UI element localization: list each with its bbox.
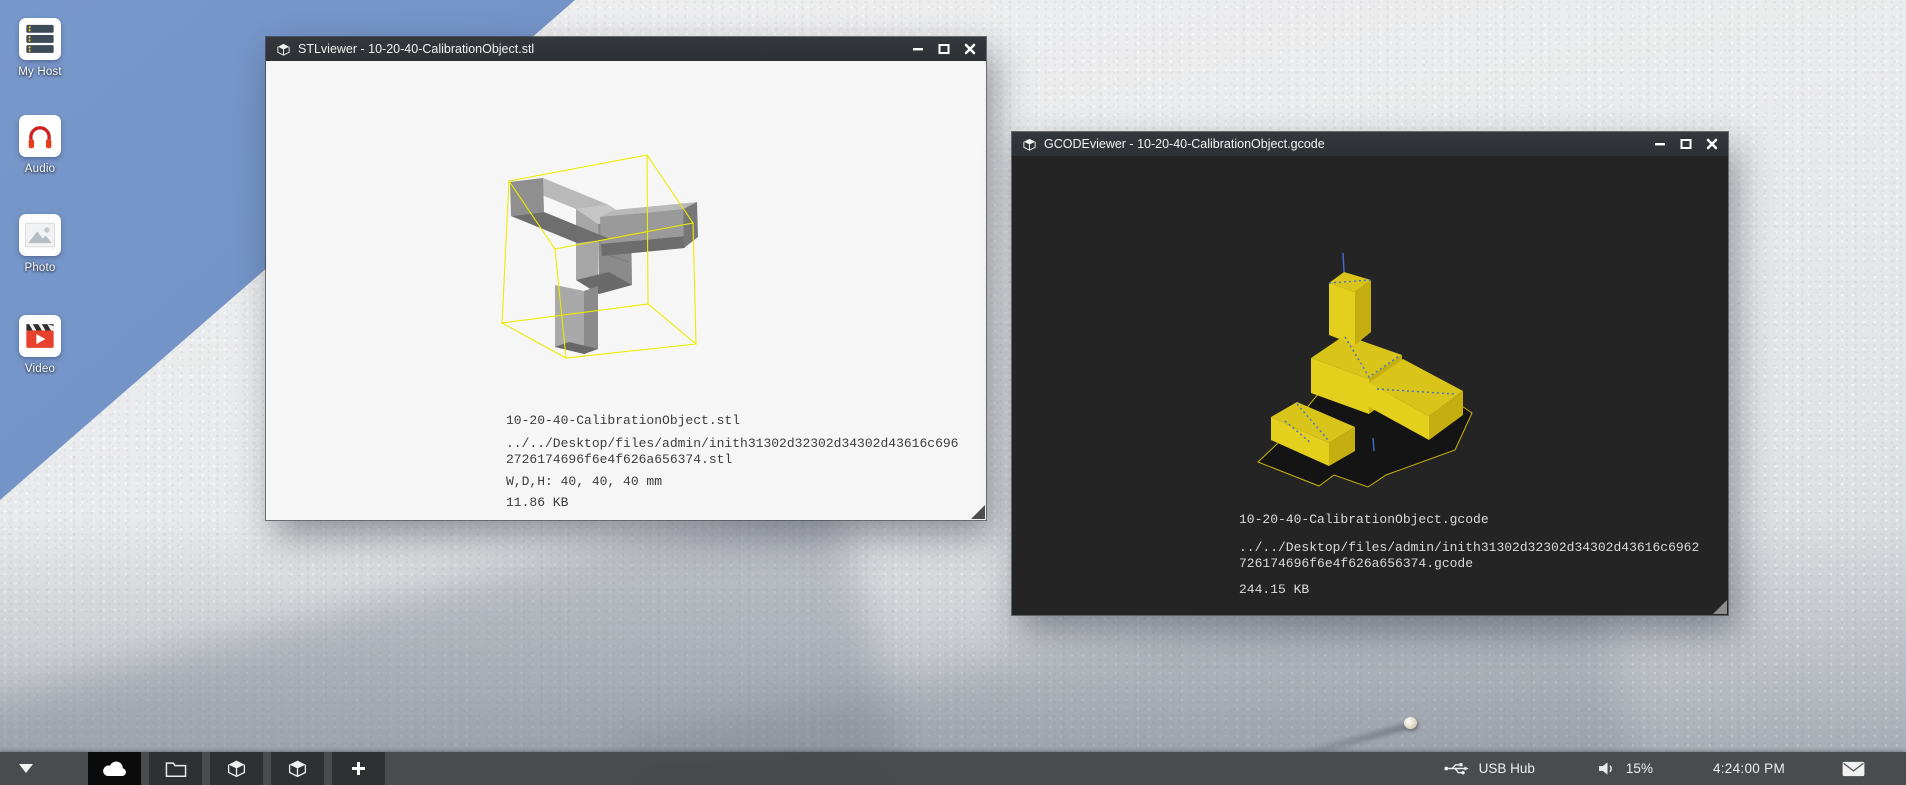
stl-viewer-window: STLviewer - 10-20-40-CalibrationObject.s… [265,36,987,521]
desktop-icon-my-host[interactable]: My Host [1,18,79,78]
stl-model-faces [510,178,698,354]
desktop-icon-audio[interactable]: Audio [1,115,79,175]
stl-dimensions: W,D,H: 40, 40, 40 mm [506,474,961,490]
gcode-3d-model [1241,231,1521,491]
audio-icon [19,115,61,157]
desktop-icon-label: Video [1,363,79,375]
chevron-down-icon [19,764,33,773]
volume-status[interactable]: 15% [1597,760,1653,777]
taskbar-button-new[interactable] [332,752,385,785]
desktop-icon-label: Audio [1,163,79,175]
desktop-icon-label: Photo [1,262,79,274]
taskbar-menu-chevron[interactable] [0,764,52,773]
desktop-icon-photo[interactable]: Photo [1,214,79,274]
mail-indicator[interactable] [1841,760,1866,778]
stl-filepath: ../../Desktop/files/admin/inith31302d323… [506,436,961,468]
cube-icon [287,758,308,779]
stl-file-info: 10-20-40-CalibrationObject.stl ../../Des… [506,413,961,511]
minimize-button[interactable] [911,43,924,55]
gcode-filename: 10-20-40-CalibrationObject.gcode [1239,512,1701,528]
wall-nail [1404,717,1417,729]
taskbar: USB Hub 15% 4:24:00 PM [0,752,1906,785]
gcode-filesize: 244.15 KB [1239,582,1701,598]
taskbar-buttons [88,752,385,785]
cloud-icon [100,758,130,780]
usb-status[interactable]: USB Hub [1443,760,1535,777]
minimize-button[interactable] [1653,138,1666,150]
taskbar-button-stl-viewer[interactable] [210,752,263,785]
volume-percent: 15% [1626,761,1653,776]
gcode-viewport-area[interactable]: 10-20-40-CalibrationObject.gcode ../../D… [1012,156,1728,615]
my-host-icon [19,18,61,60]
cube-icon [276,42,291,57]
close-button[interactable] [963,43,976,55]
envelope-icon [1841,760,1866,778]
desktop-icon-video[interactable]: Video [1,315,79,375]
speaker-icon [1597,760,1618,777]
resize-grip[interactable] [971,505,985,519]
gcode-filepath: ../../Desktop/files/admin/inith31302d323… [1239,540,1701,572]
stl-filename: 10-20-40-CalibrationObject.stl [506,413,961,429]
gcode-viewer-window: GCODEviewer - 10-20-40-CalibrationObject… [1011,131,1729,616]
clock: 4:24:00 PM [1713,761,1785,776]
desktop: My Host Audio Photo [0,0,1906,785]
maximize-button[interactable] [937,43,950,55]
gcode-window-titlebar[interactable]: GCODEviewer - 10-20-40-CalibrationObject… [1012,132,1728,156]
cube-icon [226,758,247,779]
stl-viewport-area[interactable]: 10-20-40-CalibrationObject.stl ../../Des… [266,61,986,520]
taskbar-button-gcode-viewer[interactable] [271,752,324,785]
stl-filesize: 11.86 KB [506,495,961,511]
gcode-file-info: 10-20-40-CalibrationObject.gcode ../../D… [1239,512,1701,598]
usb-icon [1443,760,1471,777]
stl-window-titlebar[interactable]: STLviewer - 10-20-40-CalibrationObject.s… [266,37,986,61]
cube-icon [1022,137,1037,152]
folder-icon [164,759,188,779]
video-icon [19,315,61,357]
desktop-icon-label: My Host [1,66,79,78]
stl-3d-model [481,141,761,381]
resize-grip[interactable] [1713,600,1727,614]
taskbar-button-cloud[interactable] [88,752,141,785]
maximize-button[interactable] [1679,138,1692,150]
photo-icon [19,214,61,256]
taskbar-button-files[interactable] [149,752,202,785]
plus-icon [349,759,368,778]
gcode-window-title: GCODEviewer - 10-20-40-CalibrationObject… [1044,137,1643,151]
stl-window-title: STLviewer - 10-20-40-CalibrationObject.s… [298,42,901,56]
close-button[interactable] [1705,138,1718,150]
usb-label: USB Hub [1479,761,1535,776]
